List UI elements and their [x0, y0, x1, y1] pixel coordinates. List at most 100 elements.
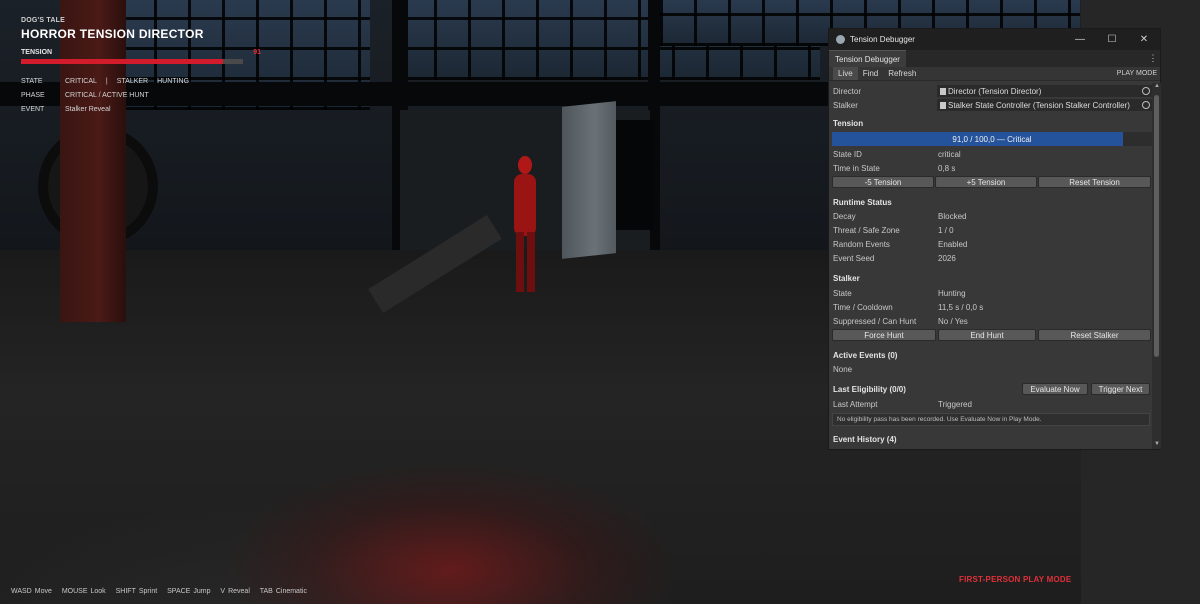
decay-label: Decay: [833, 212, 856, 221]
time-in-state-label: Time in State: [833, 164, 880, 173]
threat-row: Threat / Safe Zone 1 / 0: [833, 224, 954, 237]
scroll-down-icon[interactable]: ▼: [1154, 441, 1160, 447]
control-action: Sprint: [138, 588, 158, 595]
stalker-leg: [527, 232, 535, 292]
threat-value: 1 / 0: [938, 226, 954, 235]
stalker-body: [514, 174, 536, 236]
decay-value: Blocked: [938, 212, 967, 221]
stalker-figure: [508, 156, 542, 296]
object-picker-icon[interactable]: [1142, 87, 1150, 95]
play-mode-label: PLAY MODE: [1116, 70, 1157, 77]
active-events-header: Active Events (0): [833, 351, 898, 360]
close-icon[interactable]: ✕: [1128, 29, 1160, 50]
find-button[interactable]: Find: [858, 67, 884, 80]
cooldown-value: 11,5 s / 0,0 s: [938, 303, 984, 312]
end-hunt-button[interactable]: End Hunt: [938, 329, 1036, 341]
hud-status: STATE CRITICAL | STALKER HUNTING PHASE C…: [21, 74, 261, 116]
tension-bar-fill: [21, 59, 224, 64]
stalker-leg: [516, 232, 524, 292]
director-label: Director: [833, 87, 862, 96]
event-seed-label: Event Seed: [833, 254, 875, 263]
stalker-value: HUNTING: [157, 77, 190, 85]
maximize-icon[interactable]: ☐: [1096, 29, 1128, 50]
trigger-next-button[interactable]: Trigger Next: [1091, 383, 1150, 395]
reset-stalker-button[interactable]: Reset Stalker: [1038, 329, 1151, 341]
control-key: MOUSE: [61, 588, 88, 595]
control-key: WASD: [11, 588, 32, 595]
control-action: Cinematic: [275, 588, 307, 595]
random-events-label: Random Events: [833, 240, 890, 249]
controls-hint: WASD Move MOUSE Look SHIFT Sprint SPACE Jump…: [11, 588, 315, 595]
director-field[interactable]: Director (Tension Director): [937, 85, 1152, 97]
phase-key: PHASE: [21, 91, 45, 99]
control-key: TAB: [259, 588, 273, 595]
state-value: CRITICAL: [65, 77, 97, 85]
evaluate-now-button[interactable]: Evaluate Now: [1022, 383, 1088, 395]
control-action: Move: [34, 588, 52, 595]
control-action: Reveal: [228, 588, 250, 595]
tab-strip: Tension Debugger ⋮: [829, 50, 1160, 67]
tension-debugger-window[interactable]: Tension Debugger — ☐ ✕ Tension Debugger …: [828, 28, 1161, 450]
cooldown-label: Time / Cooldown: [833, 303, 893, 312]
suppressed-label: Suppressed / Can Hunt: [833, 317, 917, 326]
minus-tension-button[interactable]: -5 Tension: [832, 176, 934, 188]
window-titlebar[interactable]: Tension Debugger — ☐ ✕: [829, 29, 1160, 50]
event-value: Stalker Reveal: [65, 105, 111, 113]
live-button[interactable]: Live: [833, 67, 858, 80]
minimize-icon[interactable]: —: [1064, 29, 1096, 50]
stalker-field[interactable]: Stalker State Controller (Tension Stalke…: [937, 99, 1152, 111]
mode-banner: FIRST-PERSON PLAY MODE: [959, 575, 1072, 584]
tension-bar: [21, 59, 243, 64]
event-seed-value: 2026: [938, 254, 956, 263]
event-seed-row: Event Seed 2026: [833, 252, 956, 265]
force-hunt-button[interactable]: Force Hunt: [832, 329, 936, 341]
state-id-value: critical: [938, 150, 961, 159]
scroll-up-icon[interactable]: ▲: [1154, 83, 1160, 89]
eligibility-help-box: No eligibility pass has been recorded. U…: [832, 413, 1150, 426]
toolbar: Live Find Refresh PLAY MODE: [829, 67, 1160, 81]
reset-tension-button[interactable]: Reset Tension: [1038, 176, 1151, 188]
state-id-row: State ID critical: [833, 148, 961, 161]
last-attempt-value: Triggered: [938, 400, 972, 409]
state-id-label: State ID: [833, 150, 862, 159]
event-history-header: Event History (4): [833, 435, 897, 444]
refresh-button[interactable]: Refresh: [883, 67, 921, 80]
control-key: SPACE: [167, 588, 191, 595]
time-in-state-value: 0,8 s: [938, 164, 956, 173]
state-key: STATE: [21, 77, 43, 85]
active-events-none: None: [833, 365, 853, 374]
kebab-menu-icon[interactable]: ⋮: [1146, 50, 1160, 67]
suppressed-value: No / Yes: [938, 317, 968, 326]
scroll-thumb[interactable]: [1154, 95, 1159, 357]
inspector-content[interactable]: Director Director (Tension Director) Sta…: [829, 83, 1152, 449]
tension-label: TENSION: [21, 49, 53, 56]
last-attempt-row: Last Attempt Triggered: [833, 398, 972, 411]
active-events-row: None: [833, 363, 852, 376]
random-events-value: Enabled: [938, 240, 968, 249]
script-icon: [940, 101, 946, 109]
object-picker-icon[interactable]: [1142, 101, 1150, 109]
random-events-row: Random Events Enabled: [833, 238, 967, 251]
hud-panel: DOG'S TALE HORROR TENSION DIRECTOR TENSI…: [21, 17, 261, 116]
time-in-state-row: Time in State 0,8 s: [833, 162, 955, 175]
tab-tension-debugger[interactable]: Tension Debugger: [829, 50, 906, 67]
eligibility-header: Last Eligibility (0/0): [833, 385, 906, 394]
cooldown-row: Time / Cooldown 11,5 s / 0,0 s: [833, 301, 983, 314]
control-key: V: [220, 588, 226, 595]
game-name: DOG'S TALE: [21, 17, 65, 24]
stalker-head: [518, 156, 532, 174]
event-key: EVENT: [21, 105, 45, 113]
stalker-row: Stalker: [833, 99, 938, 112]
stalker-value: Stalker State Controller (Tension Stalke…: [948, 100, 1130, 110]
stalker-key: STALKER: [116, 77, 149, 85]
hud-title: HORROR TENSION DIRECTOR: [21, 27, 204, 41]
phase-line: PHASE CRITICAL / ACTIVE HUNT: [21, 88, 261, 102]
last-attempt-label: Last Attempt: [833, 400, 878, 409]
plus-tension-button[interactable]: +5 Tension: [935, 176, 1037, 188]
vertical-scrollbar[interactable]: ▲ ▼: [1152, 83, 1161, 449]
phase-value: CRITICAL / ACTIVE HUNT: [65, 91, 149, 99]
control-key: SHIFT: [115, 588, 136, 595]
tension-progress-text: 91,0 / 100,0 — Critical: [952, 134, 1032, 144]
control-action: Jump: [193, 588, 211, 595]
tension-row: TENSION 91: [21, 49, 261, 56]
